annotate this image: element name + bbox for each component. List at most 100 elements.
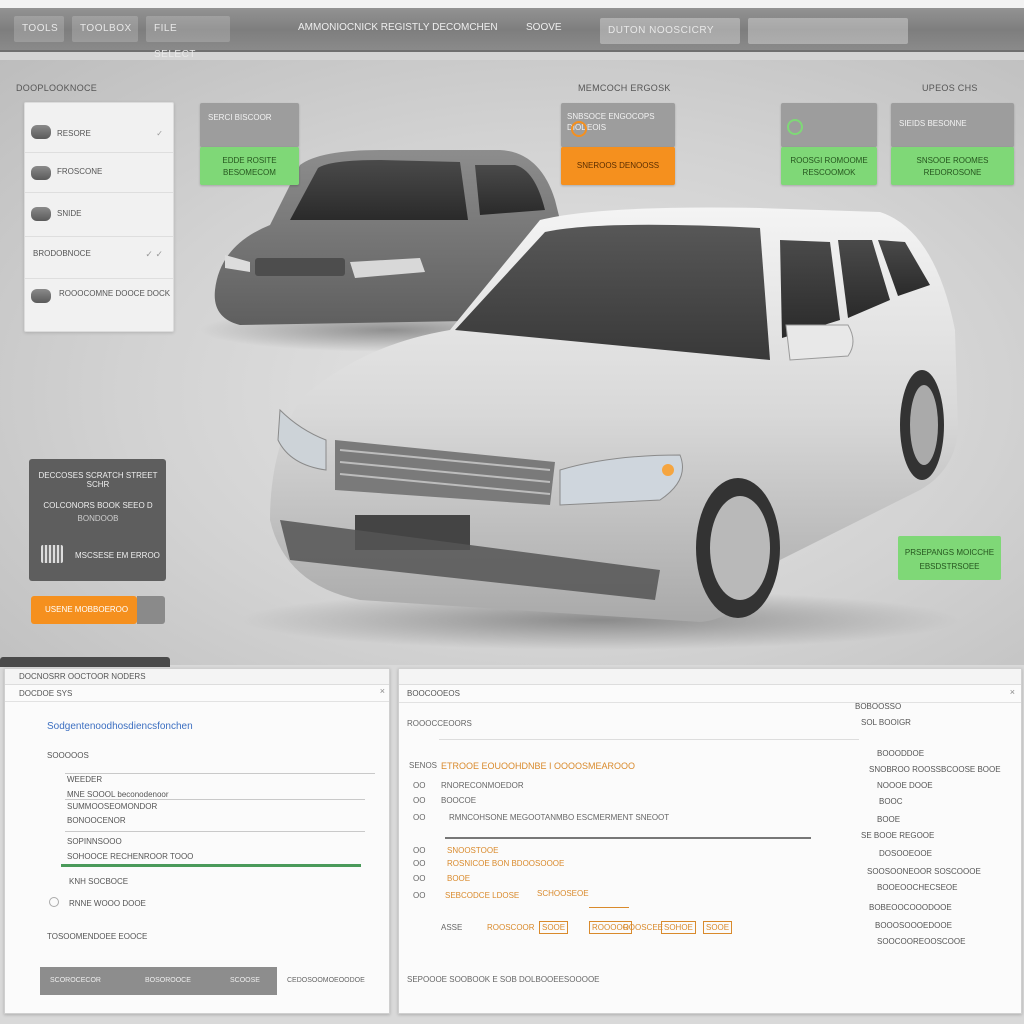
form-field-label: WEEDER [67,775,103,784]
diagnostic-info-box: DECCOSES SCRATCH STREET SCHR COLCONORS B… [29,459,166,581]
action-button-3[interactable]: SCOOSE [230,977,260,984]
form-field[interactable]: SOHOOCE RECHENROOR TOOO [67,852,193,861]
log-entry[interactable]: RMNCOHSONE MEGOOTANMBO ESCMERMENT SNEOOT [449,813,669,822]
form-field[interactable]: KNH SOCBOCE [69,877,128,886]
form-field[interactable]: MNE SOOOL beconodenoor [67,790,169,799]
footer-item[interactable]: SOOE [539,921,569,934]
settings-row-3[interactable]: SNIDE [25,193,173,237]
log-entry[interactable]: BOOCOE [441,796,476,805]
title-strip [0,0,1024,8]
log-entry[interactable]: SNOOSTOOE [447,846,498,855]
settings-row-1[interactable]: RESORE ✓ [25,103,173,153]
feature-card-3-header[interactable] [781,103,877,147]
action-button-2[interactable]: BOSOROOCE [145,977,191,984]
footer-item[interactable]: ROOSCOOR [487,923,535,932]
property-item: SE BOOE REGOOE [861,831,935,840]
close-icon[interactable]: × [1010,687,1015,697]
form-field[interactable]: SOPINNSOOO [67,837,122,846]
action-button-1[interactable]: SCOROCECOR [50,977,101,984]
property-item: BOOODDOE [877,749,925,758]
form-heading: Sodgentenoodhosdiencsfonchen [47,721,193,732]
feature-card-3-body[interactable]: ROOSGI ROMOOME RESCOOMOK [781,147,877,185]
status-text: SEPOOOE SOOBOOK E SOB DOLBOOEESOOOOE [407,975,600,984]
form-field[interactable]: RNNE WOOO DOOE [69,899,146,908]
settings-row-4[interactable]: BRODOBNOCE ✓ ✓ [25,237,173,279]
feature-card-1-header[interactable]: SERCI BISCOOR [200,103,299,147]
property-item: NOOOE DOOE [877,781,933,790]
divider [65,773,375,774]
form-window-subbar: DOCDOE SYS [5,686,389,702]
barcode-icon [41,545,63,563]
log-entry[interactable]: ROSNICOE BON BDOOSOOOE [447,859,564,868]
toggle-icon [31,125,51,139]
primary-action-button[interactable]: USENE MOBBOEROO [31,596,137,624]
toolbar-tab-file-select[interactable]: FILE SELECT [146,16,230,60]
property-item: SOOSOONEOOR SOSCOOOE [867,867,981,876]
footer-item[interactable]: ROOSCEE [623,923,663,932]
breadcrumb: ROOOCCEOORS [407,719,472,728]
form-field[interactable]: SUMMOOSEOMONDOR [67,802,157,811]
toolbar-title: AMMONIOCNICK REGISTLY DECOMCHEN [298,22,498,33]
feature-card-1-body[interactable]: EDDE ROSITE BESOMECOM [200,147,299,185]
check-icon: ✓ ✓ [145,249,163,259]
property-item: SOOCOOREOOSCOOE [877,937,966,946]
close-icon[interactable]: × [380,686,385,696]
settings-row-5[interactable]: ROOOCOMNE DOOCE DOCK [25,279,173,331]
radio-icon[interactable] [49,897,59,907]
progress-track [445,837,811,839]
form-field-label: SOOOOOS [47,751,89,760]
wheel-icon [31,207,51,221]
top-toolbar: TOOLS TOOLBOX FILE SELECT AMMONIOCNICK R… [0,0,1024,60]
save-button[interactable]: SOOVE [526,22,562,33]
toolbar-tab-tools[interactable]: TOOLS [14,16,64,42]
footer-item[interactable]: ASSE [441,923,462,932]
primary-action-dropdown[interactable] [137,596,165,624]
form-field[interactable]: BONOOCENOR [67,816,126,825]
divider [439,739,859,740]
property-item: DOSOOEOOE [879,849,932,858]
car-front-indicator [662,464,674,476]
footer-item[interactable]: SOHOE [661,921,696,934]
bottom-dark-tab[interactable] [0,657,170,667]
car-front-rim [710,496,770,600]
property-item: BOOE [877,815,901,824]
log-entry[interactable]: ETROOE EOUOOHDNBE I OOOOSMEAROOO [441,761,635,771]
feature-card-4-body[interactable]: SNSOOE ROOMES REDOROSONE [891,147,1014,185]
feature-card-2-body[interactable]: SNEROOS DENOOSS [561,147,675,185]
log-window-titlebar [399,669,1021,685]
property-item: SNOBROO ROOSSBCOOSE BOOE [869,765,1001,774]
log-window-subbar: BOOCOOEOS [399,685,1021,703]
divider [65,799,365,800]
log-entry[interactable]: RNORECONMOEDOR [441,781,524,790]
toolbar-field-2[interactable] [748,18,908,44]
status-badge-green[interactable]: PRSEPANGS MOICCHE EBSDSTRSOEE [898,536,1001,580]
settings-panel: RESORE ✓ FROSCONE SNIDE BRODOBNOCE ✓ ✓ R… [24,102,174,332]
status-icon [787,119,803,135]
action-button-4[interactable]: CEDOSOOMOEOODOE [287,977,365,984]
form-window: DOCNOSRR OOCTOOR NODERS DOCDOE SYS × Sod… [4,668,390,1014]
property-item: BOOC [879,797,903,806]
property-item: BOOEOOCHECSEOE [877,883,958,892]
feature-card-4-header[interactable]: SIEIDS BESONNE [891,103,1014,147]
toolbar-search-field[interactable]: DUTON NOOSCICRY [600,18,740,44]
warning-icon [571,121,587,137]
footer-item[interactable]: SOOE [703,921,733,934]
property-item: BOOOSOOOEDOOE [875,921,952,930]
bumper-icon [31,289,51,303]
seat-icon [31,166,51,180]
log-entry[interactable]: SEBCODCE LDOSE [445,891,519,900]
car-back-grille [255,258,345,276]
property-item: BOBOOSSO [855,702,902,711]
progress-bar [61,864,361,867]
feature-card-2-header[interactable]: SNBSOCE ENGOCOPS DIODEOIS [561,103,675,147]
form-field-label: TOSOOMENDOEE EOOCE [47,932,148,941]
car-front-mirror [785,324,854,361]
log-window: BOOCOOEOS × ROOOCCEOORS SENOS ETROOE EOU… [398,668,1022,1014]
toolbar-tab-toolbox[interactable]: TOOLBOX [72,16,138,42]
settings-row-2[interactable]: FROSCONE [25,153,173,193]
log-entry[interactable]: SCHOOSEOE [537,889,589,898]
divider [65,831,365,832]
log-entry[interactable]: BOOE [447,874,470,883]
car-rear-rim [910,385,938,465]
property-item: BOBEOOCOOODOOE [869,903,952,912]
